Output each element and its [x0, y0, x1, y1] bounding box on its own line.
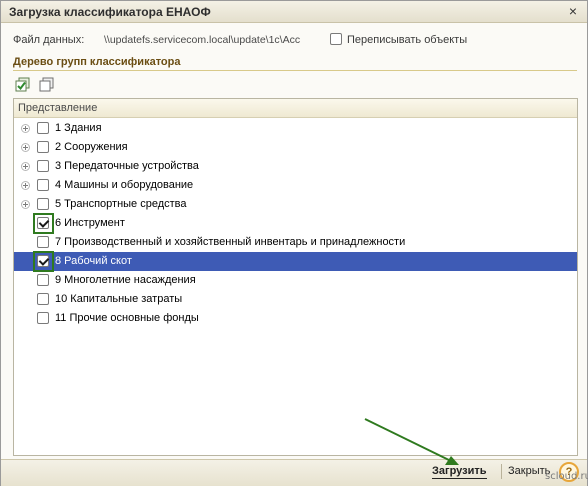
- tree-row[interactable]: 8 Рабочий скот: [14, 251, 577, 272]
- row-checkbox[interactable]: [37, 217, 49, 229]
- overwrite-label: Переписывать объекты: [347, 34, 468, 46]
- row-checkbox[interactable]: [37, 312, 49, 324]
- row-checkbox[interactable]: [37, 274, 49, 286]
- row-checkbox[interactable]: [37, 255, 49, 267]
- window-title: Загрузка классификатора ЕНАОФ: [9, 5, 211, 19]
- file-label: Файл данных:: [13, 34, 85, 46]
- tree-row[interactable]: 7 Производственный и хозяйственный инвен…: [14, 233, 577, 252]
- tree-row[interactable]: 6 Инструмент: [14, 213, 577, 234]
- column-header: Представление: [14, 99, 577, 118]
- row-label: 11 Прочие основные фонды: [55, 312, 199, 324]
- row-label: 9 Многолетние насаждения: [55, 274, 196, 286]
- row-checkbox[interactable]: [37, 141, 49, 153]
- tree-row[interactable]: 4 Машины и оборудование: [14, 176, 577, 195]
- file-path-field[interactable]: \\updatefs.servicecom.local\update\1c\Ac…: [101, 31, 319, 49]
- footer-separator: [501, 464, 502, 479]
- uncheck-all-icon[interactable]: [39, 77, 55, 93]
- tree-panel: Представление 1 Здания 2 Сооружения 3 Пере…: [13, 98, 578, 456]
- row-checkbox[interactable]: [37, 122, 49, 134]
- tree-row[interactable]: 9 Многолетние насаждения: [14, 271, 577, 290]
- title-bar: Загрузка классификатора ЕНАОФ ×: [1, 1, 587, 23]
- tree-row[interactable]: 5 Транспортные средства: [14, 195, 577, 214]
- row-label: 7 Производственный и хозяйственный инвен…: [55, 236, 406, 248]
- expand-plus-icon[interactable]: [21, 200, 30, 209]
- tree-row[interactable]: 3 Передаточные устройства: [14, 157, 577, 176]
- expand-plus-icon[interactable]: [21, 143, 30, 152]
- row-checkbox[interactable]: [37, 179, 49, 191]
- expand-plus-icon[interactable]: [21, 162, 30, 171]
- tree-row[interactable]: 2 Сооружения: [14, 138, 577, 157]
- tree-row[interactable]: 10 Капитальные затраты: [14, 290, 577, 309]
- expand-plus-icon[interactable]: [21, 181, 30, 190]
- load-button[interactable]: Загрузить: [432, 465, 487, 479]
- row-label: 2 Сооружения: [55, 141, 128, 153]
- tree-row[interactable]: 11 Прочие основные фонды: [14, 309, 577, 328]
- tree-row[interactable]: 1 Здания: [14, 119, 577, 138]
- row-label: 1 Здания: [55, 122, 102, 134]
- dialog-window: Загрузка классификатора ЕНАОФ × Файл дан…: [0, 0, 588, 486]
- row-checkbox[interactable]: [37, 198, 49, 210]
- row-label: 6 Инструмент: [55, 217, 125, 229]
- row-checkbox[interactable]: [37, 236, 49, 248]
- file-row: Файл данных: \\updatefs.servicecom.local…: [1, 31, 587, 49]
- row-checkbox[interactable]: [37, 160, 49, 172]
- expand-plus-icon[interactable]: [21, 124, 30, 133]
- row-label: 10 Капитальные затраты: [55, 293, 183, 305]
- close-icon[interactable]: ×: [569, 3, 577, 19]
- footer-bar: Загрузить Закрыть ?: [1, 459, 587, 486]
- row-checkbox[interactable]: [37, 293, 49, 305]
- row-label: 5 Транспортные средства: [55, 198, 187, 210]
- check-all-icon[interactable]: [15, 77, 31, 93]
- overwrite-checkbox[interactable]: Переписывать объекты: [330, 33, 467, 46]
- overwrite-checkbox-box[interactable]: [330, 33, 342, 46]
- watermark: scloud.ru: [545, 471, 588, 482]
- section-title: Дерево групп классификатора: [13, 56, 577, 71]
- row-label: 4 Машины и оборудование: [55, 179, 194, 191]
- row-label: 8 Рабочий скот: [55, 255, 132, 267]
- row-label: 3 Передаточные устройства: [55, 160, 199, 172]
